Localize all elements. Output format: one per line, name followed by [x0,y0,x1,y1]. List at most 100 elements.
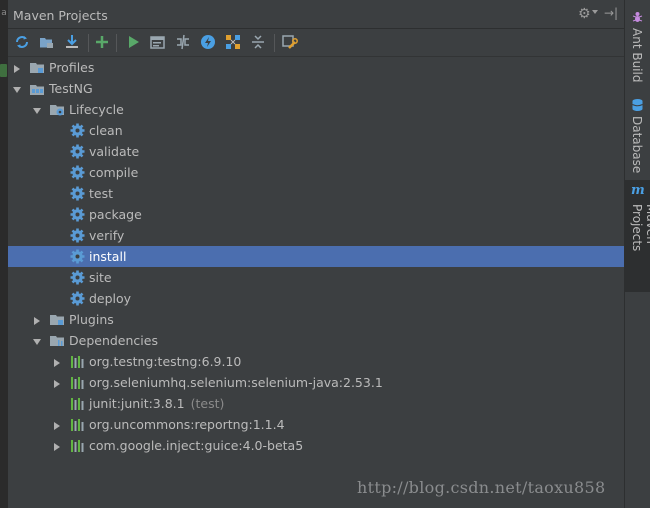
gear-icon [69,290,86,307]
folder-gear-icon [49,101,66,118]
tree-row[interactable]: Profiles [8,57,624,78]
tree-row-text: install [89,249,127,264]
tree-row-text: compile [89,165,139,180]
plus-icon [96,36,108,48]
gutter-check-icon [0,64,7,77]
hide-panel-icon[interactable]: →| [604,6,618,20]
chevron-down-icon[interactable] [592,10,598,14]
tree-row[interactable]: org.seleniumhq.selenium:selenium-java:2.… [8,372,624,393]
run-maven-build-button[interactable] [123,32,143,52]
tree-row-text: test [89,186,114,201]
chevron-down-icon[interactable] [32,335,42,345]
library-icon [69,353,86,370]
gear-icon [69,269,86,286]
skip-tests-icon [201,35,215,49]
library-icon [69,437,86,454]
execute-maven-goal-button[interactable] [148,32,168,52]
tab-database[interactable]: Database [625,96,650,174]
tree-row[interactable]: package [8,204,624,225]
generate-sources-button[interactable] [37,32,57,52]
maven-settings-button[interactable] [280,32,300,52]
tree-row-text: com.google.inject:guice:4.0-beta5 [89,438,304,453]
offline-icon [177,34,189,50]
dependency-scope-label: (test) [190,396,225,411]
tree-row-label: site [89,270,112,285]
download-icon [66,35,78,48]
refresh-icon [16,36,28,48]
download-sources-button[interactable] [62,32,82,52]
tree-row-label: org.testng:testng:6.9.10 [89,354,241,369]
tree-row[interactable]: com.google.inject:guice:4.0-beta5 [8,435,624,456]
tree-row[interactable]: compile [8,162,624,183]
tree-row-text: Dependencies [69,333,158,348]
tree-row-text: org.uncommons:reportng:1.1.4 [89,417,285,432]
chevron-right-icon[interactable] [52,440,62,451]
tree-row[interactable]: install [8,246,624,267]
tree-row[interactable]: junit:junit:3.8.1 (test) [8,393,624,414]
tree-row[interactable]: Plugins [8,309,624,330]
tree-row-label: package [89,207,142,222]
panel-title: Maven Projects [13,8,108,23]
maven-project-icon [29,80,46,97]
tree-row-label: test [89,186,113,201]
tree-row[interactable]: org.testng:testng:6.9.10 [8,351,624,372]
gear-icon[interactable]: ⚙ [578,6,591,22]
execute-goal-icon [150,36,165,49]
tree-row-label: clean [89,123,123,138]
tree-row-text: Lifecycle [69,102,124,117]
tree-row[interactable]: site [8,267,624,288]
chevron-right-icon[interactable] [12,62,22,73]
tab-maven-projects[interactable]: m Maven Projects [625,180,650,292]
skip-tests-button[interactable] [198,32,218,52]
maven-toolbar [8,29,624,57]
tree-row[interactable]: Lifecycle [8,99,624,120]
chevron-down-icon[interactable] [12,83,22,93]
tree-row[interactable]: validate [8,141,624,162]
tree-row-label: install [89,249,126,264]
tree-row-text: junit:junit:3.8.1 [89,396,185,411]
collapse-all-button[interactable] [248,32,268,52]
collapse-all-icon [252,35,264,49]
add-maven-projects-button[interactable] [92,32,112,52]
tree-row[interactable]: org.uncommons:reportng:1.1.4 [8,414,624,435]
tree-row-label: Profiles [49,60,94,75]
tree-row-text: clean [89,123,123,138]
tree-row[interactable]: clean [8,120,624,141]
chevron-right-icon[interactable] [52,419,62,430]
tree-row-label: Dependencies [69,333,158,348]
chevron-right-icon[interactable] [32,314,42,325]
tree-row[interactable]: verify [8,225,624,246]
tree-row[interactable]: test [8,183,624,204]
folder-plugin-icon [49,311,66,328]
maven-m-icon: m [631,183,645,198]
tree-row-label: Plugins [69,312,114,327]
toolbar-separator [274,34,275,52]
tree-row-label: org.seleniumhq.selenium:selenium-java:2.… [89,375,383,390]
tab-ant-build-label: Ant Build [630,28,644,83]
tree-row[interactable]: deploy [8,288,624,309]
tree-row-text: Plugins [69,312,114,327]
tab-ant-build[interactable]: Ant Build [625,8,650,86]
gear-icon [69,227,86,244]
toolbar-separator [88,34,89,52]
tree-row-label: compile [89,165,138,180]
tree-row-label: TestNG [49,81,93,96]
tree-row[interactable]: Dependencies [8,330,624,351]
gear-icon [69,248,86,265]
tab-maven-projects-label: Maven Projects [630,204,650,252]
settings-wrench-icon [282,35,298,49]
tree-row-label: junit:junit:3.8.1 (test) [89,396,224,411]
chevron-right-icon[interactable] [52,377,62,388]
library-icon [69,416,86,433]
tab-database-label: Database [630,116,644,174]
reimport-all-maven-projects-button[interactable] [12,32,32,52]
tree-row[interactable]: TestNG [8,78,624,99]
folder-deps-icon [49,332,66,349]
chevron-down-icon[interactable] [32,104,42,114]
toggle-offline-mode-button[interactable] [173,32,193,52]
right-tool-window-bar: Ant Build Database m Maven Projects [624,0,650,508]
gear-icon [69,206,86,223]
tree-row-label: deploy [89,291,131,306]
chevron-right-icon[interactable] [52,356,62,367]
show-dependencies-button[interactable] [223,32,243,52]
